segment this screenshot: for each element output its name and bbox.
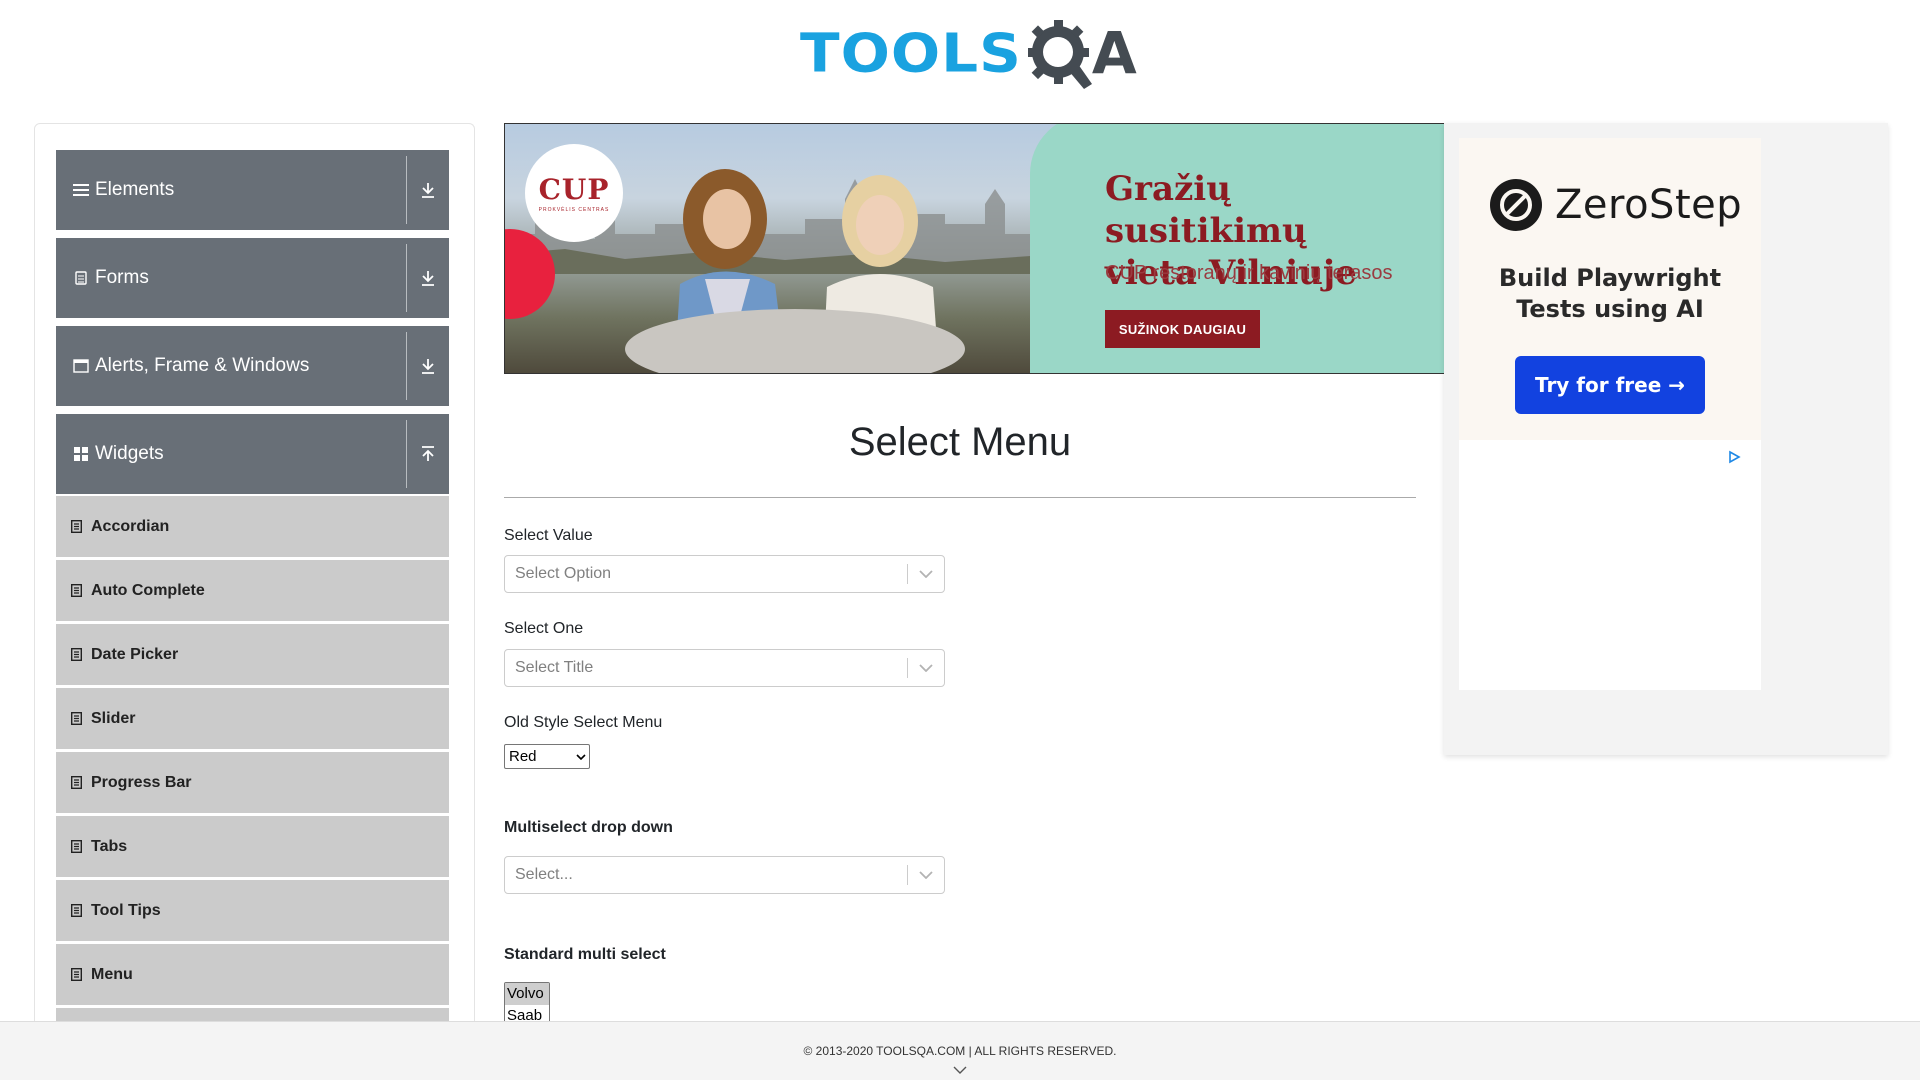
logo-text-a: A bbox=[1091, 18, 1137, 87]
multi-select-option[interactable]: Volvo bbox=[505, 983, 549, 1005]
download-arrow-icon[interactable] bbox=[415, 176, 441, 204]
sidebar-group-label: Forms bbox=[95, 267, 149, 288]
footer: © 2013-2020 TOOLSQA.COM | ALL RIGHTS RES… bbox=[0, 1021, 1920, 1080]
list-icon bbox=[71, 968, 83, 981]
select-one-label: Select One bbox=[504, 620, 584, 637]
banner-title-line1: Gražių susitikimų bbox=[1105, 169, 1307, 251]
divider bbox=[406, 420, 407, 488]
cup-logo-subtext: PROKVĖLIS CENTRAS bbox=[538, 207, 610, 213]
list-icon bbox=[71, 584, 83, 597]
sidebar-item-label: Tabs bbox=[91, 837, 128, 855]
sidebar-group-alerts-frame-windows[interactable]: Alerts, Frame & Windows bbox=[56, 326, 449, 406]
page-title: Select Menu bbox=[848, 420, 1072, 464]
chevron-down-icon[interactable] bbox=[908, 664, 944, 672]
gear-magnifier-icon bbox=[1026, 18, 1096, 89]
select-one-placeholder: Select Title bbox=[515, 659, 594, 676]
sidebar-group-label: Alerts, Frame & Windows bbox=[95, 355, 310, 376]
sidebar-item-menu[interactable]: Menu bbox=[56, 944, 449, 1005]
upload-arrow-icon[interactable] bbox=[415, 440, 441, 468]
old-style-select[interactable]: Red bbox=[504, 744, 590, 769]
multiselect-dropdown[interactable]: Select... bbox=[504, 856, 945, 894]
footer-copyright: © 2013-2020 TOOLSQA.COM | ALL RIGHTS RES… bbox=[803, 1044, 1117, 1058]
sidebar-item-label: Tool Tips bbox=[91, 901, 161, 919]
ad-choices-icon[interactable] bbox=[1727, 450, 1741, 464]
banner-photo: CUP PROKVĖLIS CENTRAS bbox=[505, 124, 1060, 373]
sidebar-item-label: Progress Bar bbox=[91, 773, 192, 791]
zerostep-tagline: Build Playwright Tests using AI bbox=[1459, 263, 1761, 325]
zerostep-ad-card[interactable]: ZeroStep Build Playwright Tests using AI… bbox=[1459, 138, 1761, 440]
list-icon bbox=[71, 520, 83, 533]
chevron-down-icon[interactable] bbox=[952, 1065, 968, 1075]
sidebar-item-slider[interactable]: Slider bbox=[56, 688, 449, 749]
list-icon bbox=[71, 648, 83, 661]
sidebar-item-progress-bar[interactable]: Progress Bar bbox=[56, 752, 449, 813]
banner-subtitle: CUP restoranų ir kavinių terasos bbox=[1105, 262, 1393, 284]
select-value-label: Select Value bbox=[504, 527, 593, 544]
hamburger-icon bbox=[73, 183, 89, 197]
title-divider bbox=[504, 497, 1416, 498]
list-icon bbox=[71, 712, 83, 725]
old-style-select-label: Old Style Select Menu bbox=[504, 714, 663, 731]
zerostep-brand: ZeroStep bbox=[1489, 178, 1742, 232]
zerostep-tagline-line1: Build Playwright bbox=[1498, 264, 1722, 292]
sidebar: Elements Forms Alerts, Frame & Windows W… bbox=[34, 123, 475, 1023]
sidebar-group-widgets[interactable]: Widgets bbox=[56, 414, 449, 494]
toolsqa-logo[interactable]: TOOLS A bbox=[800, 10, 1137, 95]
logo-text-tools: TOOLS bbox=[800, 21, 1022, 84]
header: TOOLS A bbox=[0, 0, 1920, 110]
sidebar-item-label: Accordian bbox=[91, 517, 170, 535]
select-one-dropdown[interactable]: Select Title bbox=[504, 649, 945, 687]
try-for-free-button[interactable]: Try for free → bbox=[1515, 356, 1705, 414]
sidebar-group-label: Widgets bbox=[95, 443, 164, 464]
select-value-placeholder: Select Option bbox=[515, 565, 612, 582]
download-arrow-icon[interactable] bbox=[415, 264, 441, 292]
sidebar-item-tool-tips[interactable]: Tool Tips bbox=[56, 880, 449, 941]
multiselect-label: Multiselect drop down bbox=[504, 819, 673, 836]
old-style-select-value: Red bbox=[509, 748, 537, 765]
ad-blank-area bbox=[1459, 440, 1761, 690]
list-icon bbox=[71, 904, 83, 917]
download-arrow-icon[interactable] bbox=[415, 352, 441, 380]
sidebar-item-label: Date Picker bbox=[91, 645, 179, 663]
multiselect-placeholder: Select... bbox=[515, 866, 573, 883]
cup-logo-text: CUP bbox=[538, 173, 610, 206]
banner-cta-button[interactable]: SUŽINOK DAUGIAU bbox=[1105, 310, 1260, 348]
list-icon bbox=[71, 776, 83, 789]
sidebar-item-label: Menu bbox=[91, 965, 133, 983]
sidebar-item-tabs[interactable]: Tabs bbox=[56, 816, 449, 877]
divider bbox=[406, 244, 407, 312]
sidebar-item-label: Slider bbox=[91, 709, 136, 727]
zerostep-tagline-line2: Tests using AI bbox=[1516, 295, 1704, 323]
cup-logo-badge: CUP PROKVĖLIS CENTRAS bbox=[525, 144, 623, 242]
zerostep-logo-icon bbox=[1490, 179, 1542, 231]
sidebar-item-date-picker[interactable]: Date Picker bbox=[56, 624, 449, 685]
chevron-down-icon[interactable] bbox=[908, 570, 944, 578]
sidebar-group-label: Elements bbox=[95, 179, 175, 200]
divider bbox=[406, 332, 407, 400]
sidebar-group-forms[interactable]: Forms bbox=[56, 238, 449, 318]
banner-ad[interactable]: CUP PROKVĖLIS CENTRAS Gražių susitikimų … bbox=[504, 123, 1445, 374]
chevron-down-icon[interactable] bbox=[908, 871, 944, 879]
zerostep-name: ZeroStep bbox=[1555, 182, 1743, 228]
standard-multi-select-label: Standard multi select bbox=[504, 946, 666, 963]
right-ad[interactable]: ZeroStep Build Playwright Tests using AI… bbox=[1444, 123, 1888, 755]
sidebar-item-label: Auto Complete bbox=[91, 581, 205, 599]
grid-icon bbox=[73, 446, 89, 462]
sidebar-group-elements[interactable]: Elements bbox=[56, 150, 449, 230]
sidebar-item-auto-complete[interactable]: Auto Complete bbox=[56, 560, 449, 621]
list-icon bbox=[71, 840, 83, 853]
caret-down-icon bbox=[573, 753, 589, 760]
document-icon bbox=[73, 271, 89, 285]
select-value-dropdown[interactable]: Select Option bbox=[504, 555, 945, 593]
divider bbox=[406, 156, 407, 224]
sidebar-item-accordian[interactable]: Accordian bbox=[56, 496, 449, 557]
window-icon bbox=[73, 359, 89, 373]
